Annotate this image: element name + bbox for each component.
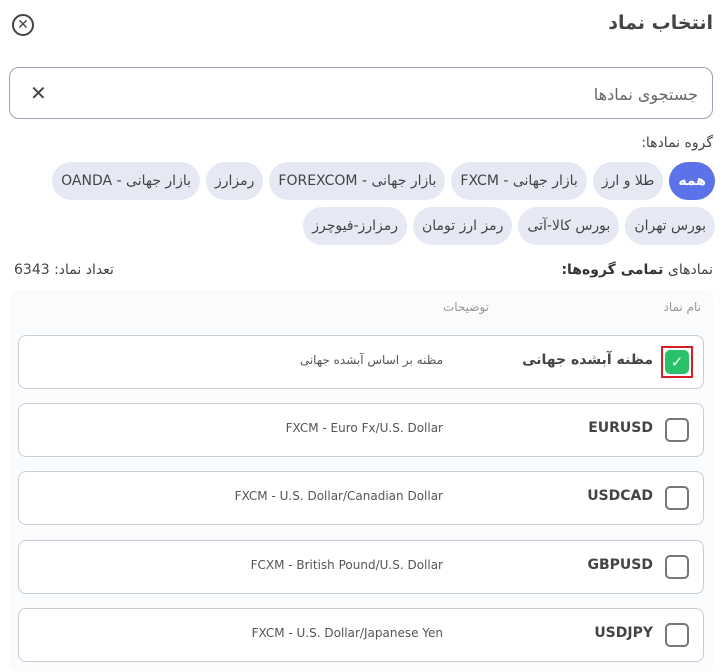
group-chip-crypto-futures[interactable]: رمزارز-فیوچرز	[303, 207, 407, 245]
table-row[interactable]: USDJPY FXCM - U.S. Dollar/Japanese Yen	[18, 608, 704, 662]
symbol-description: FXCM - U.S. Dollar/Canadian Dollar	[234, 489, 443, 503]
symbols-label-prefix: نمادهای	[667, 262, 713, 278]
search-box: ✕	[9, 67, 713, 119]
checkbox[interactable]	[665, 623, 689, 647]
table-row[interactable]: EURUSD FXCM - Euro Fx/U.S. Dollar	[18, 403, 704, 457]
column-header-name: نام نماد	[663, 300, 701, 314]
group-chip-oanda[interactable]: بازار جهانی - OANDA	[52, 162, 200, 200]
group-chip-fxcm[interactable]: بازار جهانی - FXCM	[451, 162, 587, 200]
symbol-name: مظنه آبشده جهانی	[522, 352, 653, 368]
group-chip-crypto-toman[interactable]: رمز ارز تومان	[412, 207, 513, 245]
group-chip-commodity-futures[interactable]: بورس کالا-آتی	[518, 207, 620, 245]
symbol-name: GBPUSD	[587, 557, 654, 573]
close-circle-icon[interactable]: ✕	[12, 14, 34, 36]
symbol-description: مظنه بر اساس آبشده جهانی	[299, 353, 443, 367]
group-chip-crypto[interactable]: رمزارز	[206, 162, 264, 200]
checkbox-checked-icon[interactable]: ✓	[665, 350, 689, 374]
group-chip-forexcom[interactable]: بازار جهانی - FOREXCOM	[269, 162, 446, 200]
group-chip-tehran-bourse[interactable]: بورس تهران	[625, 207, 715, 245]
group-chips-row-1: همه طلا و ارز بازار جهانی - FXCM بازار ج…	[5, 162, 715, 200]
table-row[interactable]: ✓ مظنه آبشده جهانی مظنه بر اساس آبشده جه…	[18, 335, 704, 389]
symbol-description: FXCM - U.S. Dollar/Japanese Yen	[251, 626, 443, 640]
checkbox[interactable]	[665, 486, 689, 510]
dialog-title: انتخاب نماد	[608, 12, 713, 34]
symbol-count: تعداد نماد: 6343	[14, 262, 114, 278]
checkbox[interactable]	[665, 555, 689, 579]
symbol-name: USDCAD	[587, 488, 653, 504]
symbol-description: FXCM - Euro Fx/U.S. Dollar	[285, 421, 443, 435]
symbol-name: EURUSD	[588, 420, 653, 436]
group-label: گروه نمادها:	[641, 135, 713, 151]
group-chip-gold-currency[interactable]: طلا و ارز	[592, 162, 664, 200]
search-input[interactable]	[76, 80, 700, 108]
column-header-description: توضیحات	[442, 300, 489, 314]
table-row[interactable]: USDCAD FXCM - U.S. Dollar/Canadian Dolla…	[18, 471, 704, 525]
group-chip-all[interactable]: همه	[669, 162, 715, 200]
table-row[interactable]: GBPUSD FCXM - British Pound/U.S. Dollar	[18, 540, 704, 594]
checkbox[interactable]	[665, 418, 689, 442]
group-chips-row-2: بورس تهران بورس کالا-آتی رمز ارز تومان ر…	[5, 207, 715, 245]
symbols-group-label: نمادهای تمامی گروه‌ها:	[561, 262, 713, 278]
symbol-description: FCXM - British Pound/U.S. Dollar	[250, 558, 443, 572]
symbol-name: USDJPY	[594, 625, 653, 641]
symbols-label-group: تمامی گروه‌ها:	[561, 262, 664, 278]
clear-search-icon[interactable]: ✕	[30, 81, 47, 105]
